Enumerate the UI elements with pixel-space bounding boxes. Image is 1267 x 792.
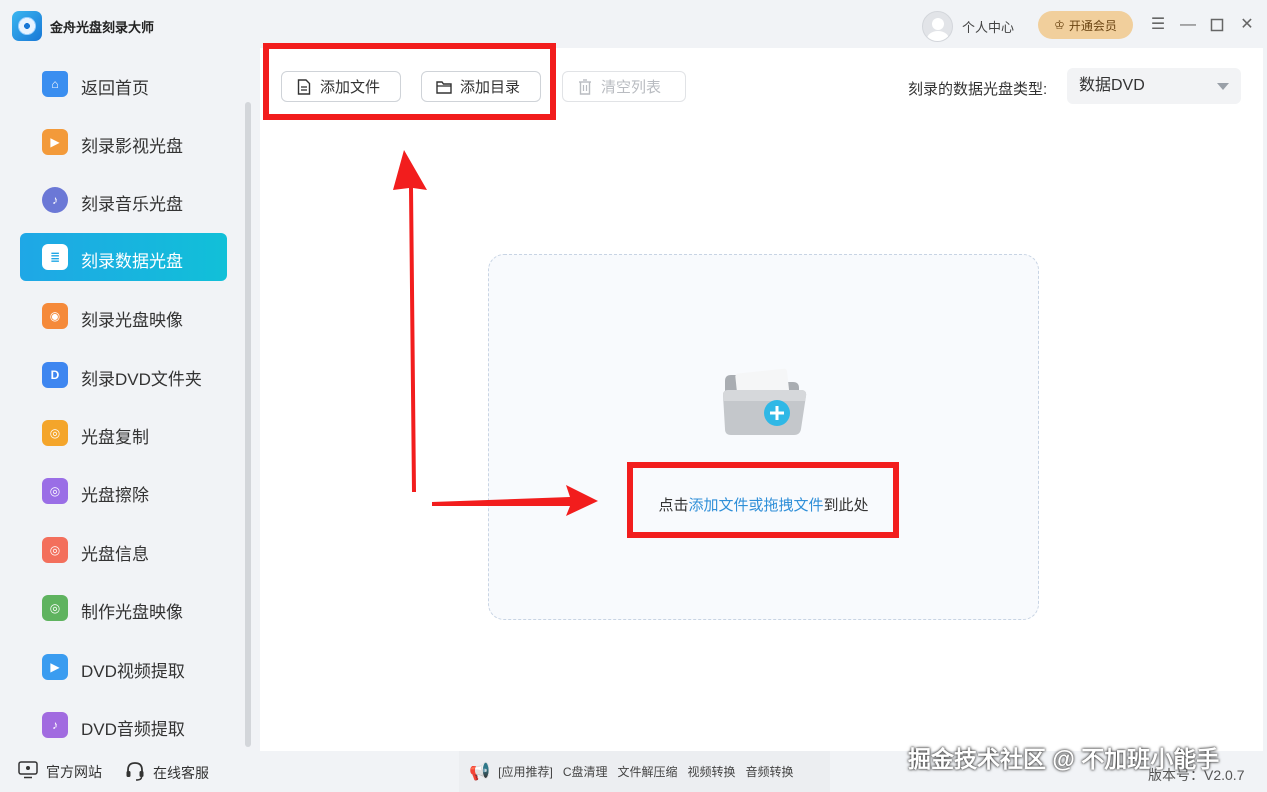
promo-item-unzip[interactable]: 文件解压缩 <box>618 763 678 780</box>
sidebar-item-label: 返回首页 <box>81 79 149 98</box>
sidebar-item-label: 刻录音乐光盘 <box>81 195 183 214</box>
sidebar-item-erase-disc[interactable]: ◎ 光盘擦除 <box>20 467 227 515</box>
sidebar-item-label: 光盘擦除 <box>81 486 149 505</box>
sidebar-item-label: 刻录影视光盘 <box>81 137 183 156</box>
avatar[interactable] <box>922 11 953 42</box>
sidebar-item-label: 刻录数据光盘 <box>81 252 183 271</box>
sidebar-item-make-image[interactable]: ◎ 制作光盘映像 <box>20 584 227 632</box>
vip-button[interactable]: ♔ 开通会员 <box>1038 11 1133 39</box>
user-center-link[interactable]: 个人中心 <box>962 17 1014 36</box>
sidebar-item-image-disc[interactable]: ◉ 刻录光盘映像 <box>20 292 227 340</box>
minimize-icon[interactable]: — <box>1178 14 1198 36</box>
disc-type-select[interactable]: 数据DVD <box>1067 68 1241 104</box>
sidebar-item-label: 刻录DVD文件夹 <box>81 370 202 389</box>
annotation-box-toolbar <box>263 43 556 120</box>
clear-list-label: 清空列表 <box>601 79 662 96</box>
online-support-link[interactable]: 在线客服 <box>125 761 209 784</box>
megaphone-icon: 📢 <box>469 761 491 781</box>
sidebar-item-home[interactable]: ⌂ 返回首页 <box>20 60 227 108</box>
menu-icon[interactable]: ☰ <box>1148 14 1168 36</box>
sidebar-item-label: 刻录光盘映像 <box>81 311 183 330</box>
info-disc-icon: ◎ <box>42 537 68 563</box>
online-support-label: 在线客服 <box>153 764 209 781</box>
image-disc-icon: ◉ <box>42 303 68 329</box>
sidebar-item-dvd-video-extract[interactable]: ▶ DVD视频提取 <box>20 643 227 691</box>
sidebar-item-label: 光盘信息 <box>81 545 149 564</box>
sidebar-item-label: DVD音频提取 <box>81 720 185 739</box>
annotation-box-dropzone <box>627 462 899 538</box>
sidebar-item-video-disc[interactable]: ▶ 刻录影视光盘 <box>20 118 227 166</box>
sidebar-item-data-disc[interactable]: ≣ 刻录数据光盘 <box>20 233 227 281</box>
promo-item-c-clean[interactable]: C盘清理 <box>563 763 608 780</box>
disc-type-value: 数据DVD <box>1079 77 1145 94</box>
sidebar-item-label: 光盘复制 <box>81 428 149 447</box>
monitor-icon <box>18 761 38 782</box>
annotation-arrows <box>393 150 598 516</box>
data-disc-icon: ≣ <box>42 244 68 270</box>
title-bar: 金舟光盘刻录大师 个人中心 ♔ 开通会员 ☰ — ✕ <box>0 0 1267 52</box>
sidebar: ⌂ 返回首页 ▶ 刻录影视光盘 ♪ 刻录音乐光盘 ≣ 刻录数据光盘 ◉ 刻录光盘… <box>0 52 258 752</box>
video-disc-icon: ▶ <box>42 129 68 155</box>
disc-type-label: 刻录的数据光盘类型: <box>908 81 1048 98</box>
vip-label: 开通会员 <box>1068 18 1117 33</box>
promo-item-audio-convert[interactable]: 音频转换 <box>746 763 794 780</box>
sidebar-scrollbar[interactable] <box>245 102 251 747</box>
dvd-audio-extract-icon: ♪ <box>42 712 68 738</box>
clear-list-button[interactable]: 清空列表 <box>562 71 686 102</box>
sidebar-item-dvd-audio-extract[interactable]: ♪ DVD音频提取 <box>20 701 227 749</box>
app-logo <box>12 11 42 41</box>
sidebar-item-copy-disc[interactable]: ◎ 光盘复制 <box>20 409 227 457</box>
chevron-down-icon <box>1217 83 1229 90</box>
sidebar-item-label: DVD视频提取 <box>81 662 185 681</box>
sidebar-item-music-disc[interactable]: ♪ 刻录音乐光盘 <box>20 176 227 224</box>
sidebar-item-disc-info[interactable]: ◎ 光盘信息 <box>20 526 227 574</box>
official-website-link[interactable]: 官方网站 <box>18 761 102 782</box>
sidebar-item-label: 制作光盘映像 <box>81 603 183 622</box>
headset-icon <box>125 761 145 784</box>
dvd-folder-icon: D <box>42 362 68 388</box>
maximize-icon[interactable] <box>1207 14 1227 36</box>
erase-disc-icon: ◎ <box>42 478 68 504</box>
app-title: 金舟光盘刻录大师 <box>50 20 155 35</box>
trash-icon <box>577 78 593 95</box>
copy-disc-icon: ◎ <box>42 420 68 446</box>
promo-bar: 📢 [应用推荐] C盘清理 文件解压缩 视频转换 音频转换 <box>459 751 830 792</box>
sidebar-item-dvd-folder[interactable]: D 刻录DVD文件夹 <box>20 351 227 399</box>
watermark: 掘金技术社区 @ 不加班小能手 <box>908 746 1220 772</box>
make-image-icon: ◎ <box>42 595 68 621</box>
close-icon[interactable]: ✕ <box>1237 14 1257 36</box>
music-disc-icon: ♪ <box>42 187 68 213</box>
promo-tag: [应用推荐] <box>498 765 553 779</box>
promo-item-video-convert[interactable]: 视频转换 <box>688 763 736 780</box>
dvd-video-extract-icon: ▶ <box>42 654 68 680</box>
crown-icon: ♔ <box>1054 18 1065 32</box>
official-website-label: 官方网站 <box>46 763 102 780</box>
add-folder-illustration-icon <box>721 367 811 439</box>
home-icon: ⌂ <box>42 71 68 97</box>
